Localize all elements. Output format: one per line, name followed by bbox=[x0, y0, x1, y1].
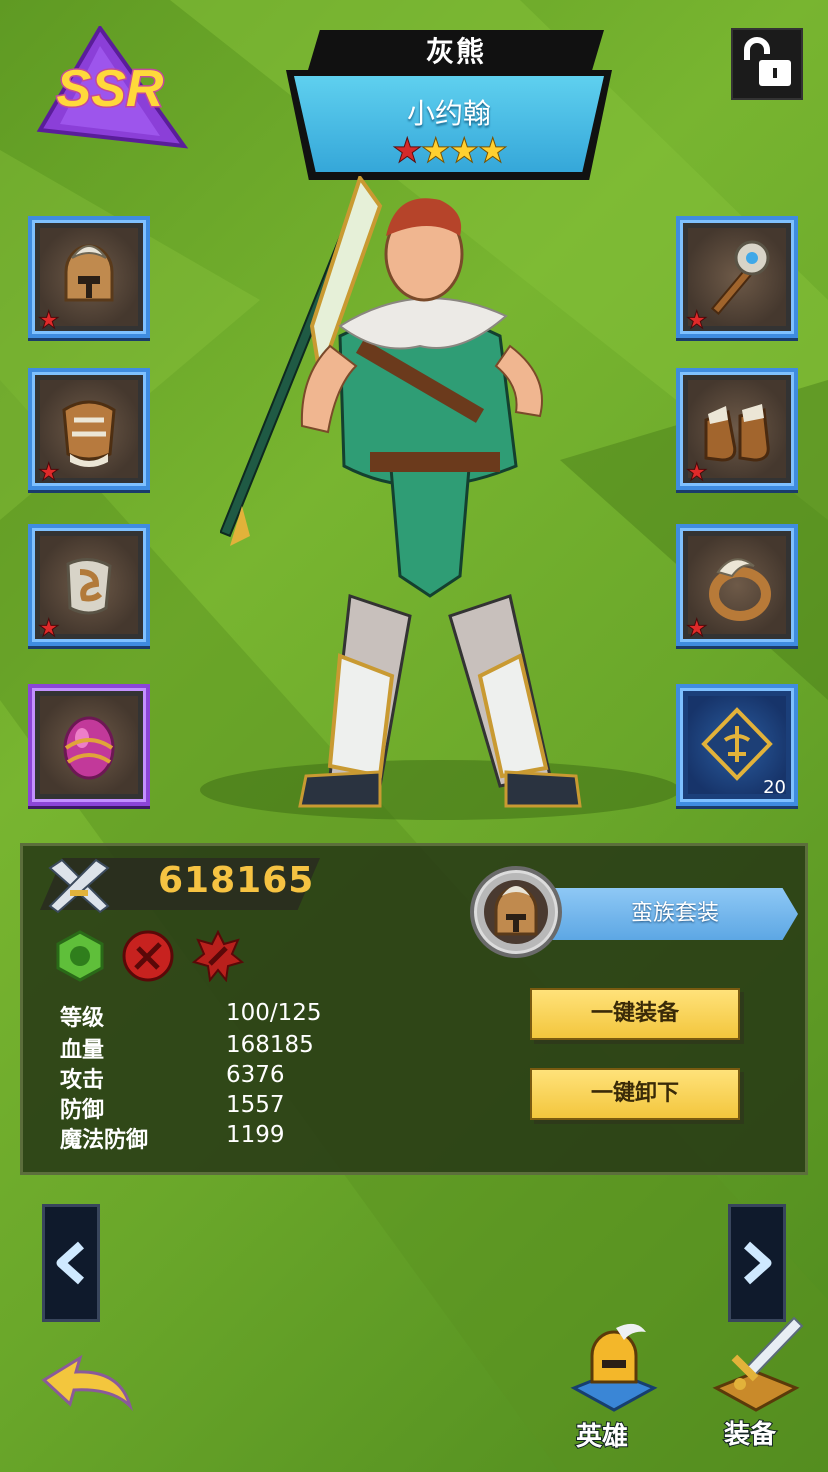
gold-star-icon: ★ bbox=[420, 131, 452, 171]
hero-helmet-icon bbox=[570, 1323, 658, 1412]
red-star-icon: ★ bbox=[392, 131, 424, 171]
nature-skill-icon[interactable] bbox=[54, 930, 106, 982]
stat-label-defense: 防御 bbox=[60, 1098, 105, 1123]
stat-value-level: 100/125 bbox=[226, 1000, 322, 1026]
tab-hero[interactable]: 英雄 bbox=[566, 1318, 662, 1454]
helmet-icon bbox=[484, 880, 548, 944]
equip-slot-weapon[interactable]: ★ bbox=[676, 216, 798, 338]
equip-slot-boots[interactable]: ★ bbox=[676, 368, 798, 490]
star-icon: ★ bbox=[686, 306, 708, 334]
stat-label-magic-defense: 魔法防御 bbox=[60, 1128, 149, 1153]
equip-slot-emblem[interactable]: 20 bbox=[676, 684, 798, 806]
hero-name: 小约翰 bbox=[406, 97, 491, 130]
unequip-all-button[interactable]: 一键卸下 bbox=[530, 1068, 740, 1120]
stat-label-level: 等级 bbox=[60, 1006, 105, 1031]
rarity-text: SSR bbox=[57, 60, 164, 118]
hero-class-title: 灰熊 bbox=[308, 30, 604, 70]
lock-button[interactable] bbox=[731, 28, 803, 100]
chevron-left-icon bbox=[56, 1241, 85, 1285]
star-icon: ★ bbox=[686, 614, 708, 642]
ssr-rarity-badge: SSR bbox=[36, 26, 189, 149]
burst-skill-icon[interactable] bbox=[192, 930, 244, 982]
equip-slot-ring[interactable]: ★ bbox=[676, 524, 798, 646]
equipment-set-helmet-icon[interactable] bbox=[470, 866, 562, 958]
crossed-swords-icon bbox=[48, 858, 110, 914]
sword-icon bbox=[712, 1316, 804, 1412]
stat-label-hp: 血量 bbox=[60, 1038, 105, 1063]
equip-slot-helmet[interactable]: ★ bbox=[28, 216, 150, 338]
emblem-count: 20 bbox=[763, 777, 786, 798]
star-icon: ★ bbox=[38, 458, 60, 486]
equip-slot-armor[interactable]: ★ bbox=[28, 368, 150, 490]
next-hero-button[interactable] bbox=[728, 1204, 786, 1322]
tab-hero-label: 英雄 bbox=[575, 1421, 629, 1453]
back-arrow-icon[interactable] bbox=[40, 1354, 134, 1412]
combat-power-value: 618165 bbox=[158, 860, 315, 901]
star-icon: ★ bbox=[38, 306, 60, 334]
tab-equipment[interactable]: 装备 bbox=[706, 1314, 806, 1454]
gem-egg-icon bbox=[63, 716, 115, 780]
equipment-set-label[interactable]: 蛮族套装 bbox=[560, 888, 790, 940]
unlock-icon bbox=[744, 37, 791, 86]
attack-skill-icon[interactable] bbox=[122, 930, 174, 982]
hero-star-rating: ★★★★ bbox=[294, 131, 604, 171]
gold-star-icon: ★ bbox=[477, 131, 509, 171]
equip-slot-belt[interactable]: ★ bbox=[28, 524, 150, 646]
equip-slot-gem[interactable] bbox=[28, 684, 150, 806]
equip-all-button[interactable]: 一键装备 bbox=[530, 988, 740, 1040]
hero-name-panel: 小约翰 ★★★★ bbox=[286, 70, 612, 180]
stat-label-attack: 攻击 bbox=[60, 1068, 105, 1093]
chevron-right-icon bbox=[743, 1241, 772, 1285]
hero-character-model bbox=[220, 176, 582, 808]
stat-value-magic-defense: 1199 bbox=[226, 1122, 285, 1148]
star-icon: ★ bbox=[38, 614, 60, 642]
stat-value-defense: 1557 bbox=[226, 1092, 285, 1118]
stat-value-attack: 6376 bbox=[226, 1062, 285, 1088]
tab-equipment-label: 装备 bbox=[723, 1419, 777, 1451]
gold-star-icon: ★ bbox=[448, 131, 480, 171]
star-icon: ★ bbox=[686, 458, 708, 486]
stat-value-hp: 168185 bbox=[226, 1032, 314, 1058]
previous-hero-button[interactable] bbox=[42, 1204, 100, 1322]
